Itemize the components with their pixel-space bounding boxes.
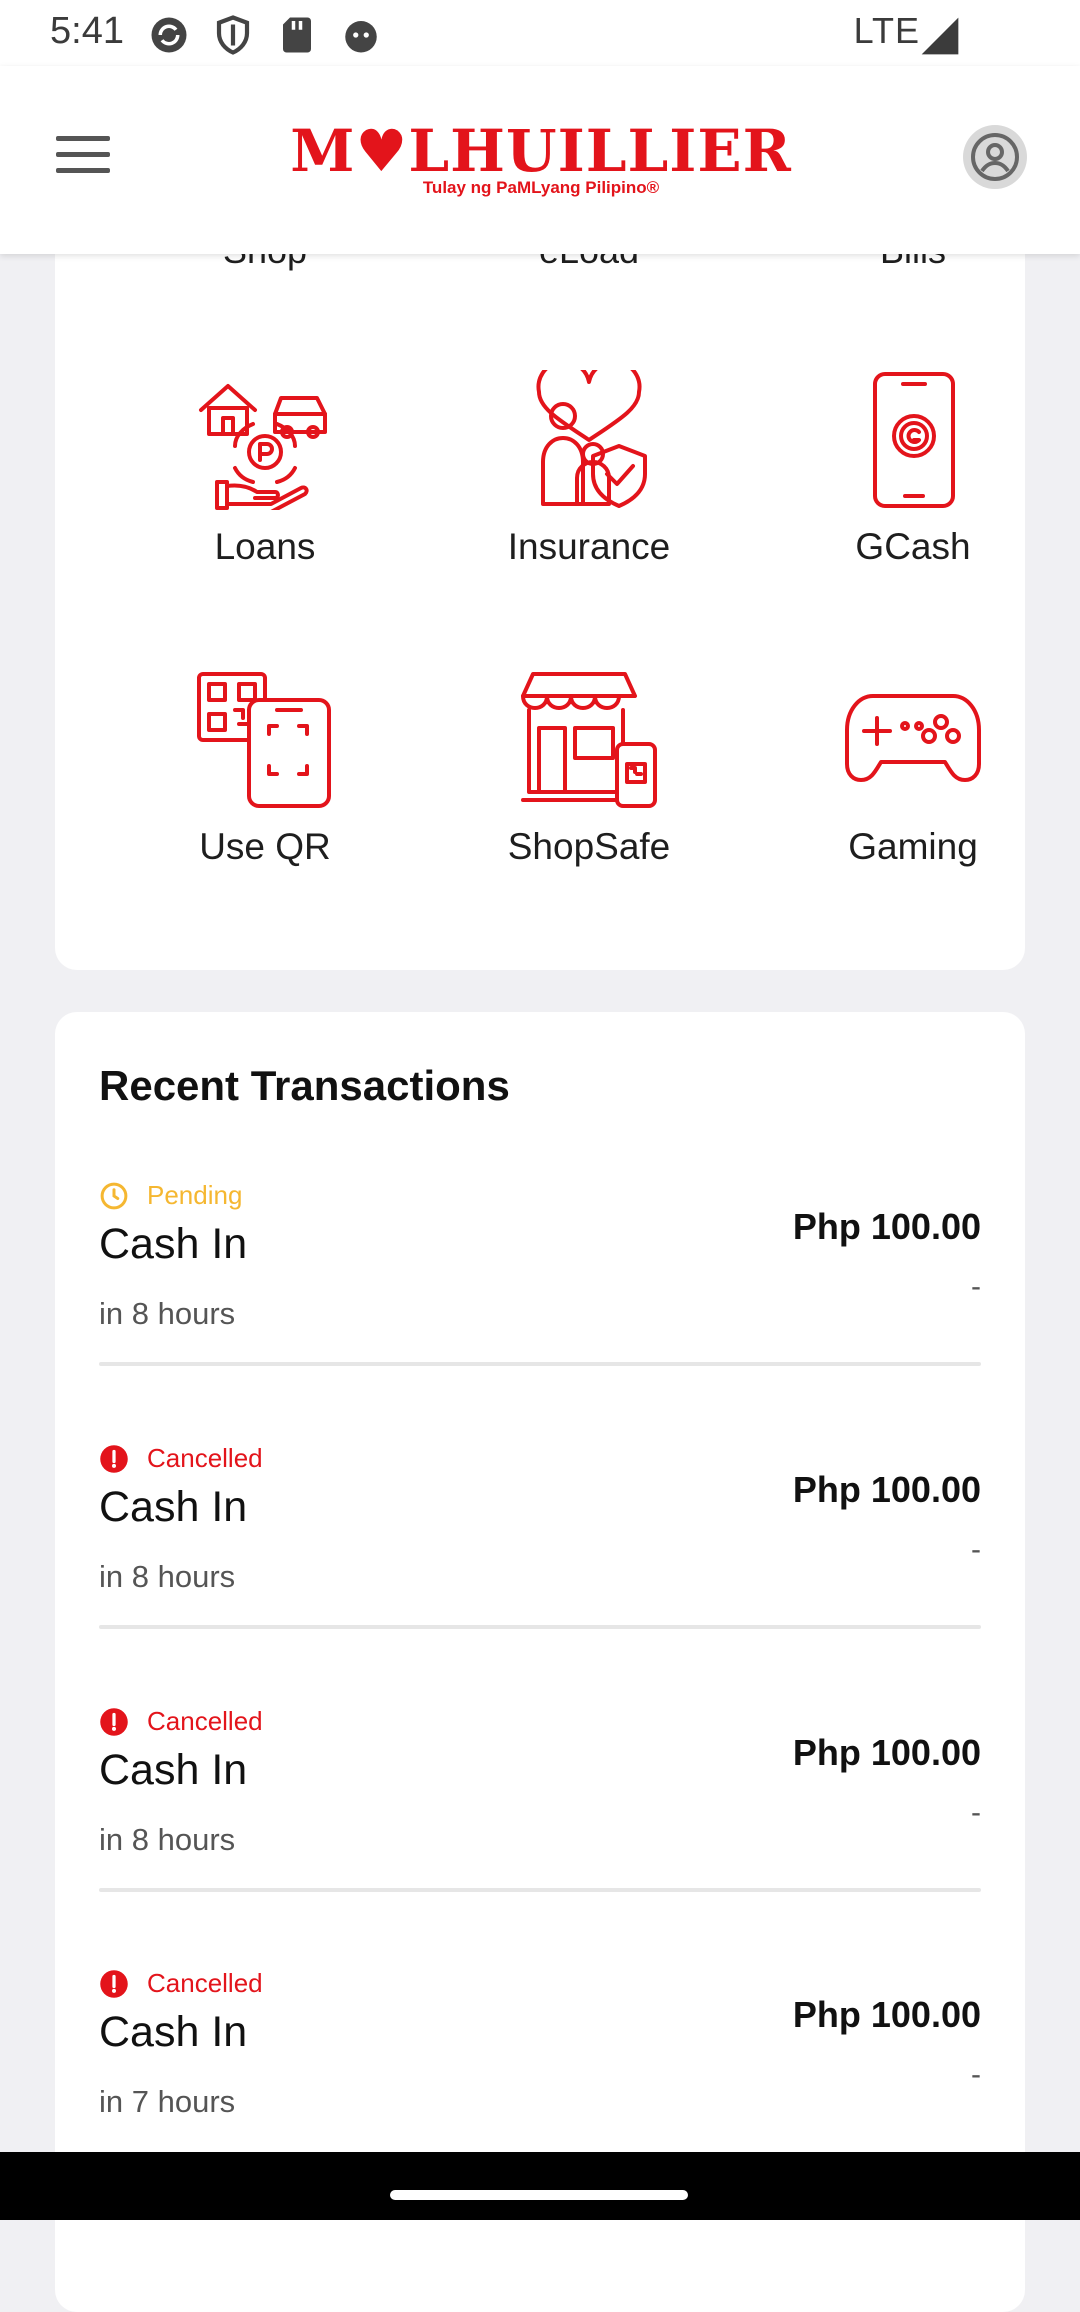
logo-wordmark: M♥LHUILLIER (290, 117, 792, 185)
home-gesture-handle[interactable] (390, 2190, 688, 2200)
transaction-divider (99, 1625, 981, 1629)
transaction-divider (99, 1888, 981, 1892)
transaction-time: in 7 hours (99, 2084, 236, 2119)
service-label-gaming: Gaming (848, 826, 978, 867)
transaction-divider (99, 1362, 981, 1366)
services-card: Shop eLoad Bills Loans Insurance GCash (55, 160, 1025, 970)
transaction-status: Cancelled (99, 1968, 263, 1999)
service-loans[interactable]: Loans (115, 370, 415, 568)
network-type: LTE (853, 10, 920, 51)
transaction-status-label: Pending (147, 1180, 243, 1210)
recent-transactions-title: Recent Transactions (99, 1062, 510, 1109)
status-notification-icons (148, 14, 382, 56)
transaction-amount: Php 100.00 (792, 1732, 981, 1773)
profile-avatar-icon[interactable] (962, 124, 1028, 190)
shopsafe-icon (521, 672, 657, 808)
transaction-time: in 8 hours (99, 1822, 236, 1857)
alert-icon (100, 1707, 128, 1736)
transaction-time: in 8 hours (99, 1559, 236, 1594)
service-label-use-qr: Use QR (199, 826, 331, 867)
alert-icon (100, 1969, 128, 1998)
recent-transactions-card: Recent Transactions Pending Cash In in 8… (55, 1012, 1025, 2312)
transaction-status: Pending (99, 1180, 242, 1211)
loans-icon (199, 384, 327, 510)
gcash-icon (873, 372, 955, 508)
transaction-detail: - (971, 1270, 981, 1303)
qr-icon (197, 672, 331, 808)
signal-icon (921, 17, 959, 55)
transaction-detail: - (971, 1796, 981, 1829)
transaction-row[interactable]: Pending Cash In in 8 hours Php 100.00 - (99, 1180, 981, 1442)
status-bar: 5:41 LTE (0, 0, 1080, 66)
insurance-icon (536, 370, 647, 508)
service-label-gcash: GCash (855, 526, 971, 567)
status-time: 5:41 (50, 10, 124, 52)
service-label-insurance: Insurance (507, 526, 671, 567)
menu-icon[interactable] (56, 136, 110, 180)
service-label-shopsafe: ShopSafe (507, 826, 671, 867)
service-gaming[interactable]: Gaming (763, 670, 1063, 868)
transaction-amount: Php 100.00 (792, 1469, 981, 1510)
transaction-amount: Php 100.00 (792, 1206, 981, 1247)
sd-card-icon (283, 17, 311, 53)
transaction-name: Cash In (99, 2008, 248, 2056)
app-header: M♥LHUILLIER Tulay ng PaMLyang Pilipino® (0, 66, 1080, 254)
transaction-row[interactable]: Cancelled Cash In in 8 hours Php 100.00 … (99, 1443, 981, 1705)
transaction-status-label: Cancelled (147, 1706, 263, 1736)
transaction-detail: - (971, 2058, 981, 2091)
system-nav-bar (0, 2152, 1080, 2220)
service-use-qr[interactable]: Use QR (115, 670, 415, 868)
transaction-status-label: Cancelled (147, 1443, 263, 1473)
face-icon (345, 21, 377, 53)
service-label-loans: Loans (214, 526, 316, 567)
shield-icon (216, 15, 250, 55)
transaction-status: Cancelled (99, 1706, 263, 1737)
transaction-detail: - (971, 1533, 981, 1566)
brand-logo: M♥LHUILLIER Tulay ng PaMLyang Pilipino® (290, 117, 792, 200)
service-gcash[interactable]: GCash (763, 370, 1063, 568)
sync-icon (151, 17, 187, 53)
transaction-name: Cash In (99, 1483, 248, 1531)
transaction-time: in 8 hours (99, 1296, 236, 1331)
transaction-amount: Php 100.00 (792, 1994, 981, 2035)
gaming-icon (845, 694, 981, 782)
service-insurance[interactable]: Insurance (439, 370, 739, 568)
transaction-status-label: Cancelled (147, 1968, 263, 1998)
transaction-status: Cancelled (99, 1443, 263, 1474)
alert-icon (100, 1444, 128, 1473)
transaction-name: Cash In (99, 1220, 248, 1268)
service-shopsafe[interactable]: ShopSafe (439, 670, 739, 868)
transaction-name: Cash In (99, 1746, 248, 1794)
transaction-row[interactable]: Cancelled Cash In in 8 hours Php 100.00 … (99, 1706, 981, 1968)
clock-icon (100, 1182, 128, 1209)
